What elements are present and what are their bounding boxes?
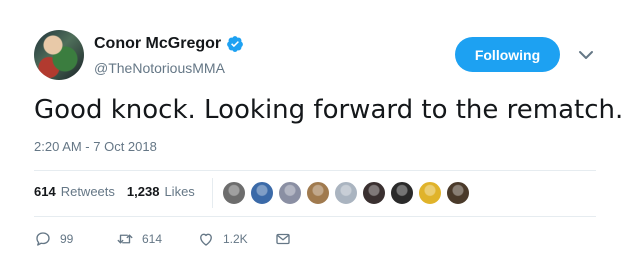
liker-avatar[interactable]: [418, 181, 442, 205]
liker-avatar[interactable]: [390, 181, 414, 205]
liker-avatar[interactable]: [278, 181, 302, 205]
retweet-icon: [117, 234, 133, 244]
envelope-icon: [276, 233, 290, 245]
verified-badge-icon: [226, 35, 244, 53]
divider: [34, 170, 596, 171]
reply-button[interactable]: 99: [34, 230, 73, 248]
divider: [212, 178, 213, 208]
avatar[interactable]: [34, 30, 84, 80]
retweet-count: 614: [142, 232, 163, 246]
like-count: 1.2K: [223, 232, 248, 246]
liker-avatar[interactable]: [250, 181, 274, 205]
liker-avatar[interactable]: [334, 181, 358, 205]
liker-avatar[interactable]: [446, 181, 470, 205]
reply-icon: [36, 232, 50, 246]
like-button[interactable]: 1.2K: [197, 230, 248, 248]
direct-message-button[interactable]: [274, 230, 292, 248]
display-name[interactable]: Conor McGregor: [94, 35, 221, 53]
likes-stat[interactable]: 1,238 Likes: [127, 184, 195, 199]
tweet-text: Good knock. Looking forward to the remat…: [34, 95, 624, 125]
tweet-actions: 99 614 1.2K: [34, 230, 334, 250]
following-button[interactable]: Following: [455, 37, 560, 72]
liker-avatar[interactable]: [222, 181, 246, 205]
reply-count: 99: [60, 232, 74, 246]
likes-count: 1,238: [126, 184, 160, 199]
retweets-label: Retweets: [60, 184, 115, 199]
tweet-card: Conor McGregor @TheNotoriousMMA Followin…: [0, 0, 634, 276]
tweet-timestamp[interactable]: 2:20 AM - 7 Oct 2018: [34, 139, 157, 154]
retweet-button[interactable]: 614: [116, 230, 162, 248]
retweets-count: 614: [34, 184, 56, 199]
likes-label: Likes: [164, 184, 195, 199]
divider: [34, 216, 596, 217]
retweets-stat[interactable]: 614 Retweets: [34, 184, 115, 199]
tweet-stats: 614 Retweets 1,238 Likes: [34, 184, 207, 199]
heart-icon: [200, 233, 212, 246]
liker-avatar[interactable]: [362, 181, 386, 205]
name-row: Conor McGregor: [94, 35, 244, 53]
liker-avatar[interactable]: [306, 181, 330, 205]
liker-avatars: [222, 181, 474, 205]
user-handle[interactable]: @TheNotoriousMMA: [94, 60, 225, 76]
chevron-down-icon[interactable]: [578, 48, 594, 60]
